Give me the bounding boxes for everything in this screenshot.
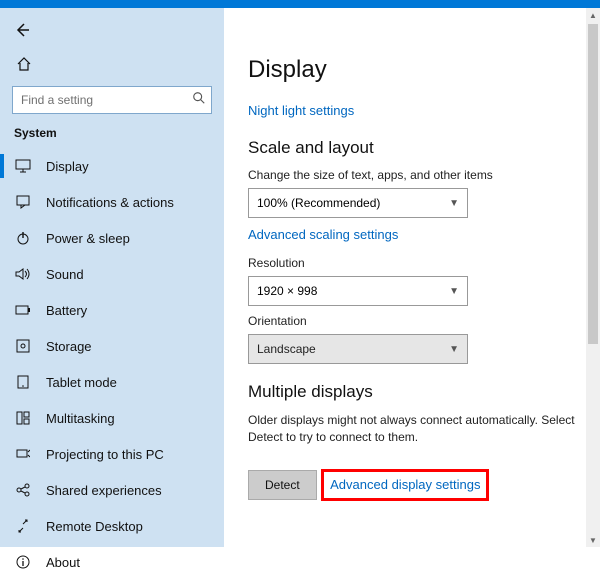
sidebar-item-storage[interactable]: Storage xyxy=(0,328,224,364)
scroll-down-arrow[interactable]: ▼ xyxy=(586,533,600,547)
shared-icon xyxy=(14,481,32,499)
storage-icon xyxy=(14,337,32,355)
about-icon xyxy=(14,553,32,571)
back-button[interactable] xyxy=(12,20,32,40)
display-icon xyxy=(14,157,32,175)
multi-display-desc: Older displays might not always connect … xyxy=(248,412,576,447)
sidebar-item-shared[interactable]: Shared experiences xyxy=(0,472,224,508)
resolution-value: 1920 × 998 xyxy=(257,284,317,298)
sidebar-item-label: Power & sleep xyxy=(46,231,130,246)
scroll-up-arrow[interactable]: ▲ xyxy=(586,8,600,22)
scale-select[interactable]: 100% (Recommended) ▼ xyxy=(248,188,468,218)
sidebar-item-label: Notifications & actions xyxy=(46,195,174,210)
page-title: Display xyxy=(248,56,576,84)
advanced-scaling-link[interactable]: Advanced scaling settings xyxy=(248,227,398,242)
multi-display-heading: Multiple displays xyxy=(248,382,576,402)
advanced-display-link[interactable]: Advanced display settings xyxy=(330,477,480,492)
main-panel: Display Night light settings Scale and l… xyxy=(224,8,600,547)
sidebar-item-power[interactable]: Power & sleep xyxy=(0,220,224,256)
sidebar-item-label: Tablet mode xyxy=(46,375,117,390)
night-light-link[interactable]: Night light settings xyxy=(248,103,354,118)
sidebar-item-label: About xyxy=(46,555,80,570)
sidebar-item-label: Shared experiences xyxy=(46,483,162,498)
search-input[interactable] xyxy=(12,86,212,114)
orientation-value: Landscape xyxy=(257,342,316,356)
sidebar-category: System xyxy=(0,126,224,148)
orientation-select[interactable]: Landscape ▼ xyxy=(248,334,468,364)
tablet-icon xyxy=(14,373,32,391)
notifications-icon xyxy=(14,193,32,211)
sidebar-item-label: Sound xyxy=(46,267,84,282)
chevron-down-icon: ▼ xyxy=(449,198,459,209)
home-button[interactable] xyxy=(14,54,34,74)
sidebar-item-label: Battery xyxy=(46,303,87,318)
sidebar-item-sound[interactable]: Sound xyxy=(0,256,224,292)
multitasking-icon xyxy=(14,409,32,427)
sidebar-item-label: Multitasking xyxy=(46,411,115,426)
vertical-scrollbar[interactable]: ▲ ▼ xyxy=(586,8,600,547)
resolution-label: Resolution xyxy=(248,256,576,270)
chevron-down-icon: ▼ xyxy=(449,286,459,297)
sidebar-item-label: Remote Desktop xyxy=(46,519,143,534)
detect-button[interactable]: Detect xyxy=(248,470,317,500)
resolution-select[interactable]: 1920 × 998 ▼ xyxy=(248,276,468,306)
sidebar-top-icons xyxy=(0,14,224,54)
sidebar-item-battery[interactable]: Battery xyxy=(0,292,224,328)
scale-heading: Scale and layout xyxy=(248,138,576,158)
chevron-down-icon: ▼ xyxy=(449,344,459,355)
projecting-icon xyxy=(14,445,32,463)
sidebar-item-display[interactable]: Display xyxy=(0,148,224,184)
search-container xyxy=(12,86,212,114)
sidebar-item-remote[interactable]: Remote Desktop xyxy=(0,508,224,544)
sidebar-item-projecting[interactable]: Projecting to this PC xyxy=(0,436,224,472)
sidebar: System Display Notifications & actions P… xyxy=(0,8,224,547)
remote-icon xyxy=(14,517,32,535)
sidebar-item-multitasking[interactable]: Multitasking xyxy=(0,400,224,436)
highlight-annotation: Advanced display settings xyxy=(321,469,489,501)
sidebar-item-notifications[interactable]: Notifications & actions xyxy=(0,184,224,220)
scale-label: Change the size of text, apps, and other… xyxy=(248,168,576,182)
sidebar-item-tablet[interactable]: Tablet mode xyxy=(0,364,224,400)
sidebar-item-label: Display xyxy=(46,159,89,174)
scale-value: 100% (Recommended) xyxy=(257,196,380,210)
battery-icon xyxy=(14,301,32,319)
settings-window: http://winaero.com http://winaero.com ht… xyxy=(0,0,600,547)
sidebar-item-label: Storage xyxy=(46,339,92,354)
orientation-label: Orientation xyxy=(248,314,576,328)
power-icon xyxy=(14,229,32,247)
sound-icon xyxy=(14,265,32,283)
sidebar-item-about[interactable]: About xyxy=(0,544,224,580)
sidebar-item-label: Projecting to this PC xyxy=(46,447,164,462)
scroll-thumb[interactable] xyxy=(588,24,598,344)
